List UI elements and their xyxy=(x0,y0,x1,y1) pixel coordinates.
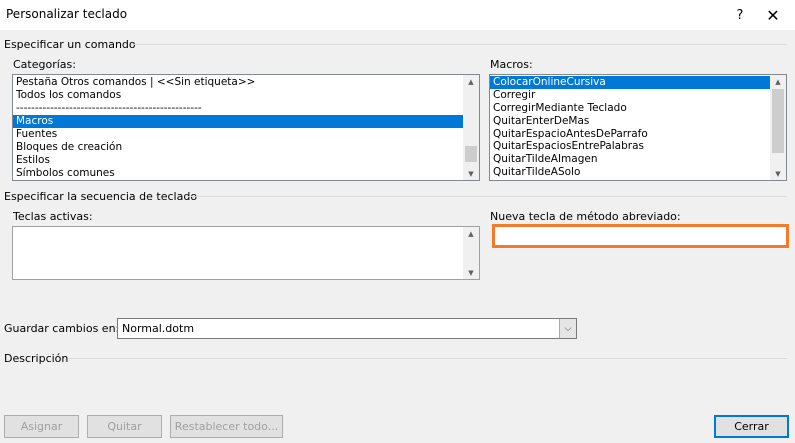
scroll-up-icon[interactable]: ▲ xyxy=(770,75,786,88)
save-changes-label: Guardar cambios en: xyxy=(4,322,120,335)
list-item[interactable]: QuitarEspacioAntesDeParrafo xyxy=(490,128,771,141)
dialog-title: Personalizar teclado xyxy=(6,7,128,21)
list-item[interactable]: Bloques de creación xyxy=(13,141,464,154)
list-item[interactable]: Estilos xyxy=(13,154,464,167)
scroll-thumb[interactable] xyxy=(465,146,477,162)
scroll-down-icon[interactable]: ▼ xyxy=(463,266,479,279)
current-keys-listbox[interactable]: ▲ ▼ xyxy=(12,226,480,280)
save-changes-value: Normal.dotm xyxy=(122,322,195,335)
dropdown-chevron-icon[interactable]: ⌵ xyxy=(559,319,576,338)
macros-scrollbar[interactable]: ▲ ▼ xyxy=(770,75,786,180)
list-item[interactable]: QuitarTildeAImagen xyxy=(490,153,771,166)
scroll-up-icon[interactable]: ▲ xyxy=(463,75,479,88)
list-item[interactable]: Pestaña Otros comandos | <<Sin etiqueta>… xyxy=(13,76,464,89)
macros-listbox[interactable]: ColocarOnlineCursiva Corregir CorregirMedi… xyxy=(489,74,787,181)
list-item[interactable]: ColocarOnlineCursiva xyxy=(490,76,771,89)
list-item[interactable]: Símbolos comunes xyxy=(13,167,464,180)
save-changes-dropdown[interactable]: Normal.dotm ⌵ xyxy=(117,318,577,339)
scroll-thumb[interactable] xyxy=(772,89,784,153)
specify-command-heading: Especificar un comando xyxy=(4,38,136,51)
section-divider xyxy=(132,44,787,45)
list-item[interactable]: QuitarEnterDeMas xyxy=(490,115,771,128)
new-shortcut-input[interactable] xyxy=(492,224,789,248)
assign-button[interactable]: Asignar xyxy=(4,415,79,438)
keyboard-sequence-heading: Especificar la secuencia de teclado xyxy=(4,190,198,203)
reset-all-button[interactable]: Restablecer todo... xyxy=(170,415,283,438)
list-item[interactable]: ----------------------------------------… xyxy=(13,102,464,115)
list-item[interactable]: Corregir xyxy=(490,89,771,102)
scroll-down-icon[interactable]: ▼ xyxy=(770,167,786,180)
categories-scrollbar[interactable]: ▲ ▼ xyxy=(463,75,479,180)
close-button[interactable]: Cerrar xyxy=(714,415,789,438)
list-item[interactable]: Macros xyxy=(13,115,464,128)
list-item[interactable]: Fuentes xyxy=(13,128,464,141)
current-keys-scrollbar[interactable]: ▲ ▼ xyxy=(463,227,479,279)
description-heading: Descripción xyxy=(4,352,69,365)
scroll-up-icon[interactable]: ▲ xyxy=(463,227,479,240)
close-icon[interactable]: ✕ xyxy=(758,0,788,30)
scroll-down-icon[interactable]: ▼ xyxy=(463,167,479,180)
macros-label: Macros: xyxy=(490,58,533,71)
section-divider xyxy=(68,358,787,359)
list-item[interactable]: QuitarTildeASolo xyxy=(490,166,771,179)
new-shortcut-label: Nueva tecla de método abreviado: xyxy=(490,210,681,223)
remove-button[interactable]: Quitar xyxy=(87,415,162,438)
list-item[interactable]: Todos los comandos xyxy=(13,89,464,102)
categories-listbox[interactable]: Pestaña Otros comandos | <<Sin etiqueta>… xyxy=(12,74,480,181)
section-divider xyxy=(186,196,787,197)
list-item[interactable]: QuitarEspaciosEntrePalabras xyxy=(490,140,771,153)
help-icon[interactable]: ? xyxy=(725,0,755,30)
categories-label: Categorías: xyxy=(13,58,76,71)
current-keys-label: Teclas activas: xyxy=(13,210,93,223)
list-item[interactable]: CorregirMediante Teclado xyxy=(490,102,771,115)
